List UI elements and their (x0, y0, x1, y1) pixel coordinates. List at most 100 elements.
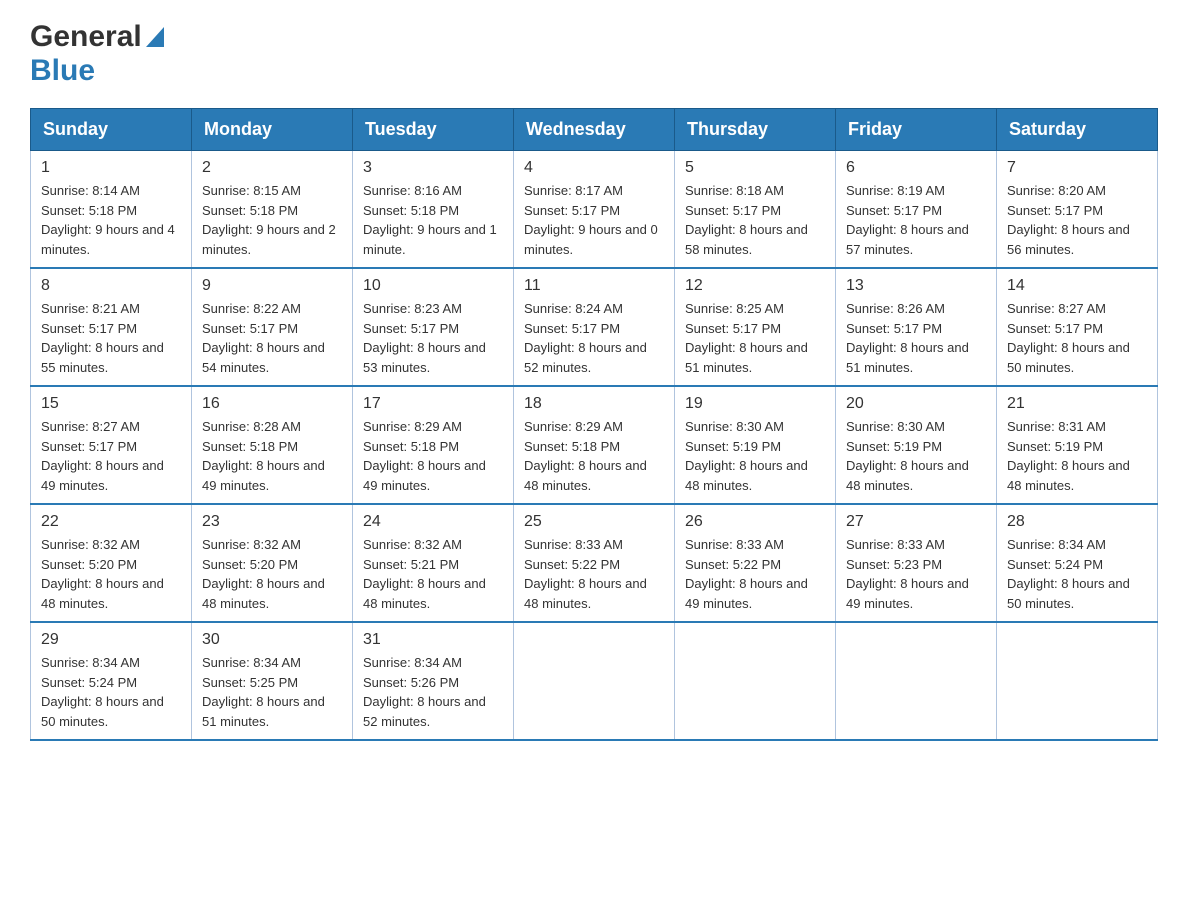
day-number: 21 (1007, 395, 1147, 413)
empty-cell (675, 622, 836, 740)
calendar-week-row: 15 Sunrise: 8:27 AM Sunset: 5:17 PM Dayl… (31, 386, 1158, 504)
calendar-day-cell: 26 Sunrise: 8:33 AM Sunset: 5:22 PM Dayl… (675, 504, 836, 622)
calendar-day-cell: 28 Sunrise: 8:34 AM Sunset: 5:24 PM Dayl… (997, 504, 1158, 622)
calendar-week-row: 29 Sunrise: 8:34 AM Sunset: 5:24 PM Dayl… (31, 622, 1158, 740)
calendar-day-cell: 7 Sunrise: 8:20 AM Sunset: 5:17 PM Dayli… (997, 151, 1158, 269)
logo-triangle-icon (146, 27, 164, 52)
calendar-table: SundayMondayTuesdayWednesdayThursdayFrid… (30, 108, 1158, 741)
day-info: Sunrise: 8:15 AM Sunset: 5:18 PM Dayligh… (202, 181, 342, 259)
day-number: 3 (363, 159, 503, 177)
day-info: Sunrise: 8:26 AM Sunset: 5:17 PM Dayligh… (846, 299, 986, 377)
calendar-day-cell: 10 Sunrise: 8:23 AM Sunset: 5:17 PM Dayl… (353, 268, 514, 386)
day-number: 14 (1007, 277, 1147, 295)
day-info: Sunrise: 8:28 AM Sunset: 5:18 PM Dayligh… (202, 417, 342, 495)
day-number: 5 (685, 159, 825, 177)
calendar-day-cell: 19 Sunrise: 8:30 AM Sunset: 5:19 PM Dayl… (675, 386, 836, 504)
col-header-tuesday: Tuesday (353, 109, 514, 151)
calendar-day-cell: 1 Sunrise: 8:14 AM Sunset: 5:18 PM Dayli… (31, 151, 192, 269)
day-info: Sunrise: 8:34 AM Sunset: 5:25 PM Dayligh… (202, 653, 342, 731)
calendar-day-cell: 29 Sunrise: 8:34 AM Sunset: 5:24 PM Dayl… (31, 622, 192, 740)
day-info: Sunrise: 8:27 AM Sunset: 5:17 PM Dayligh… (1007, 299, 1147, 377)
day-info: Sunrise: 8:31 AM Sunset: 5:19 PM Dayligh… (1007, 417, 1147, 495)
day-number: 1 (41, 159, 181, 177)
day-number: 8 (41, 277, 181, 295)
day-number: 20 (846, 395, 986, 413)
calendar-day-cell: 11 Sunrise: 8:24 AM Sunset: 5:17 PM Dayl… (514, 268, 675, 386)
calendar-day-cell: 17 Sunrise: 8:29 AM Sunset: 5:18 PM Dayl… (353, 386, 514, 504)
day-number: 28 (1007, 513, 1147, 531)
day-info: Sunrise: 8:34 AM Sunset: 5:26 PM Dayligh… (363, 653, 503, 731)
day-info: Sunrise: 8:19 AM Sunset: 5:17 PM Dayligh… (846, 181, 986, 259)
calendar-day-cell: 22 Sunrise: 8:32 AM Sunset: 5:20 PM Dayl… (31, 504, 192, 622)
calendar-day-cell: 15 Sunrise: 8:27 AM Sunset: 5:17 PM Dayl… (31, 386, 192, 504)
calendar-day-cell: 30 Sunrise: 8:34 AM Sunset: 5:25 PM Dayl… (192, 622, 353, 740)
day-info: Sunrise: 8:33 AM Sunset: 5:22 PM Dayligh… (685, 535, 825, 613)
day-number: 30 (202, 631, 342, 649)
calendar-day-cell: 14 Sunrise: 8:27 AM Sunset: 5:17 PM Dayl… (997, 268, 1158, 386)
calendar-day-cell: 5 Sunrise: 8:18 AM Sunset: 5:17 PM Dayli… (675, 151, 836, 269)
day-info: Sunrise: 8:32 AM Sunset: 5:20 PM Dayligh… (41, 535, 181, 613)
calendar-day-cell: 6 Sunrise: 8:19 AM Sunset: 5:17 PM Dayli… (836, 151, 997, 269)
day-number: 12 (685, 277, 825, 295)
day-number: 16 (202, 395, 342, 413)
calendar-day-cell: 23 Sunrise: 8:32 AM Sunset: 5:20 PM Dayl… (192, 504, 353, 622)
day-info: Sunrise: 8:14 AM Sunset: 5:18 PM Dayligh… (41, 181, 181, 259)
day-info: Sunrise: 8:17 AM Sunset: 5:17 PM Dayligh… (524, 181, 664, 259)
day-info: Sunrise: 8:34 AM Sunset: 5:24 PM Dayligh… (41, 653, 181, 731)
day-number: 17 (363, 395, 503, 413)
day-number: 7 (1007, 159, 1147, 177)
day-info: Sunrise: 8:21 AM Sunset: 5:17 PM Dayligh… (41, 299, 181, 377)
calendar-day-cell: 8 Sunrise: 8:21 AM Sunset: 5:17 PM Dayli… (31, 268, 192, 386)
day-number: 15 (41, 395, 181, 413)
empty-cell (836, 622, 997, 740)
day-number: 27 (846, 513, 986, 531)
day-number: 23 (202, 513, 342, 531)
calendar-week-row: 1 Sunrise: 8:14 AM Sunset: 5:18 PM Dayli… (31, 151, 1158, 269)
day-info: Sunrise: 8:20 AM Sunset: 5:17 PM Dayligh… (1007, 181, 1147, 259)
calendar-header-row: SundayMondayTuesdayWednesdayThursdayFrid… (31, 109, 1158, 151)
calendar-day-cell: 4 Sunrise: 8:17 AM Sunset: 5:17 PM Dayli… (514, 151, 675, 269)
logo-general-text: General (30, 20, 142, 54)
col-header-saturday: Saturday (997, 109, 1158, 151)
day-info: Sunrise: 8:23 AM Sunset: 5:17 PM Dayligh… (363, 299, 503, 377)
day-number: 19 (685, 395, 825, 413)
day-number: 13 (846, 277, 986, 295)
day-number: 22 (41, 513, 181, 531)
day-info: Sunrise: 8:29 AM Sunset: 5:18 PM Dayligh… (363, 417, 503, 495)
day-info: Sunrise: 8:18 AM Sunset: 5:17 PM Dayligh… (685, 181, 825, 259)
empty-cell (514, 622, 675, 740)
logo: General Blue (30, 20, 164, 88)
day-number: 9 (202, 277, 342, 295)
day-number: 6 (846, 159, 986, 177)
header: General Blue (30, 20, 1158, 88)
logo-blue-text: Blue (30, 54, 95, 87)
day-number: 18 (524, 395, 664, 413)
calendar-day-cell: 12 Sunrise: 8:25 AM Sunset: 5:17 PM Dayl… (675, 268, 836, 386)
calendar-day-cell: 31 Sunrise: 8:34 AM Sunset: 5:26 PM Dayl… (353, 622, 514, 740)
calendar-day-cell: 3 Sunrise: 8:16 AM Sunset: 5:18 PM Dayli… (353, 151, 514, 269)
day-info: Sunrise: 8:33 AM Sunset: 5:23 PM Dayligh… (846, 535, 986, 613)
col-header-friday: Friday (836, 109, 997, 151)
calendar-day-cell: 25 Sunrise: 8:33 AM Sunset: 5:22 PM Dayl… (514, 504, 675, 622)
day-number: 4 (524, 159, 664, 177)
day-number: 25 (524, 513, 664, 531)
day-number: 31 (363, 631, 503, 649)
day-number: 24 (363, 513, 503, 531)
calendar-day-cell: 21 Sunrise: 8:31 AM Sunset: 5:19 PM Dayl… (997, 386, 1158, 504)
calendar-day-cell: 24 Sunrise: 8:32 AM Sunset: 5:21 PM Dayl… (353, 504, 514, 622)
day-number: 26 (685, 513, 825, 531)
day-info: Sunrise: 8:30 AM Sunset: 5:19 PM Dayligh… (685, 417, 825, 495)
day-number: 29 (41, 631, 181, 649)
calendar-week-row: 8 Sunrise: 8:21 AM Sunset: 5:17 PM Dayli… (31, 268, 1158, 386)
calendar-day-cell: 27 Sunrise: 8:33 AM Sunset: 5:23 PM Dayl… (836, 504, 997, 622)
col-header-sunday: Sunday (31, 109, 192, 151)
day-number: 2 (202, 159, 342, 177)
calendar-day-cell: 2 Sunrise: 8:15 AM Sunset: 5:18 PM Dayli… (192, 151, 353, 269)
col-header-monday: Monday (192, 109, 353, 151)
col-header-thursday: Thursday (675, 109, 836, 151)
day-info: Sunrise: 8:29 AM Sunset: 5:18 PM Dayligh… (524, 417, 664, 495)
day-info: Sunrise: 8:16 AM Sunset: 5:18 PM Dayligh… (363, 181, 503, 259)
day-info: Sunrise: 8:34 AM Sunset: 5:24 PM Dayligh… (1007, 535, 1147, 613)
day-number: 11 (524, 277, 664, 295)
calendar-day-cell: 13 Sunrise: 8:26 AM Sunset: 5:17 PM Dayl… (836, 268, 997, 386)
